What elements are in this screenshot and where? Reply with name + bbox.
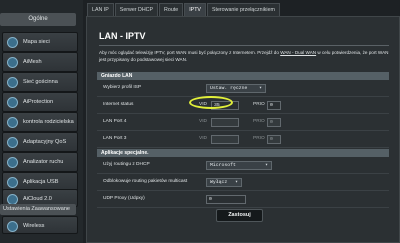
multicast-routing-select[interactable]: Wyłącz ▾: [206, 178, 242, 187]
internet-prio-input[interactable]: 0: [267, 101, 281, 110]
tab-iptv[interactable]: IPTV: [184, 3, 206, 16]
lan-port4-prio-label: PRIO: [253, 119, 265, 124]
internet-prio-label: PRIO: [253, 102, 265, 107]
lan-port3-row: LAN Port 3 VID PRIO 0: [97, 131, 389, 148]
dhcp-routing-row: Użyj routingu z DHCP Microsoft ▾: [97, 157, 389, 174]
lan-port4-row: LAN Port 4 VID PRIO 0: [97, 114, 389, 131]
main-panel: LAN - IPTV Aby móc oglądać telewizję IPT…: [86, 16, 400, 243]
isp-profile-value: Ustaw. ręczne: [210, 86, 248, 91]
internet-status-row: Internet status VID 35 PRIO 0: [97, 97, 389, 114]
sidebar-header-general: Ogólne: [0, 13, 76, 26]
section-lan-port: Gniazdo LAN: [97, 72, 389, 80]
parental-control-icon: [7, 117, 18, 128]
sidebar-item-guest-network[interactable]: Sieć gościnna: [2, 72, 78, 92]
sidebar-item-label: Wireless: [23, 223, 45, 229]
sidebar-item-wireless[interactable]: Wireless: [2, 216, 78, 234]
usb-icon: [7, 177, 18, 188]
internet-status-label: Internet status: [103, 102, 134, 107]
sidebar-item-label: AiProtection: [23, 99, 54, 105]
highlight-ellipse: [189, 96, 233, 109]
isp-profile-label: Wybierz profil ISP: [103, 85, 142, 90]
traffic-analyzer-icon: [7, 157, 18, 168]
multicast-routing-label: Odblokowuje routing pakietów multicast: [103, 179, 188, 184]
wireless-icon: [7, 221, 18, 232]
lan-port3-prio-label: PRIO: [253, 136, 265, 141]
guest-network-icon: [7, 77, 18, 88]
sidebar-item-parental-control[interactable]: kontrola rodzicielska: [2, 112, 78, 132]
multicast-routing-row: Odblokowuje routing pakietów multicast W…: [97, 174, 389, 191]
chevron-down-icon: ▾: [264, 162, 268, 168]
lan-port4-vid-input[interactable]: [211, 118, 239, 127]
tab-route[interactable]: Route: [159, 3, 184, 16]
network-map-icon: [7, 37, 18, 48]
isp-profile-row: Wybierz profil ISP Ustaw. ręczne ▾: [97, 80, 389, 97]
section-special-applications: Aplikacje specjalne.: [97, 149, 389, 157]
tab-bar: LAN IP Serwer DHCP Route IPTV Sterowanie…: [87, 3, 281, 16]
sidebar-item-label: kontrola rodzicielska: [23, 119, 74, 125]
dhcp-routing-value: Microsoft: [210, 163, 236, 168]
shield-icon: [7, 97, 18, 108]
sidebar-item-aimesh[interactable]: AiMesh: [2, 52, 78, 72]
lan-port3-vid-input[interactable]: [211, 135, 239, 144]
udp-proxy-label: UDP Proxy (Udpxy): [103, 196, 145, 201]
description-text: Aby móc oglądać telewizję IPTV, port WAN…: [99, 50, 279, 55]
tab-lan-ip[interactable]: LAN IP: [87, 3, 114, 16]
tab-switch-control[interactable]: Sterowanie przełącznikiem: [206, 3, 280, 16]
lan-port4-prio-input[interactable]: 0: [267, 118, 281, 127]
sidebar-header-advanced: Ustawienia Zaawansowane: [0, 204, 76, 215]
chevron-down-icon: ▾: [234, 179, 238, 185]
sidebar-item-label: Aplikacja USB: [23, 179, 59, 185]
sidebar: Ogólne Mapa sieci AiMesh Sieć gościnna A…: [0, 0, 83, 243]
sidebar-item-label: Analizator ruchu: [23, 159, 64, 165]
sidebar-item-label: Mapa sieci: [23, 39, 50, 45]
qos-icon: [7, 137, 18, 148]
lan-port4-vid-label: VID: [199, 119, 207, 124]
title-divider: [99, 45, 389, 46]
sidebar-item-label: Adaptacyjny QoS: [23, 139, 67, 145]
sidebar-item-network-map[interactable]: Mapa sieci: [2, 32, 78, 52]
udp-proxy-input[interactable]: 0: [206, 195, 246, 204]
sidebar-item-aiprotection[interactable]: AiProtection: [2, 92, 78, 112]
isp-profile-select[interactable]: Ustaw. ręczne ▾: [206, 84, 266, 93]
sidebar-item-label: AiCloud 2.0: [23, 196, 52, 202]
multicast-routing-value: Wyłącz: [210, 180, 228, 185]
udp-proxy-row: UDP Proxy (Udpxy) 0: [97, 191, 389, 208]
lan-port4-label: LAN Port 4: [103, 119, 127, 124]
dhcp-routing-label: Użyj routingu z DHCP: [103, 162, 150, 167]
tab-dhcp-server[interactable]: Serwer DHCP: [114, 3, 159, 16]
sidebar-item-traffic-analyzer[interactable]: Analizator ruchu: [2, 152, 78, 172]
page-title: LAN - IPTV: [99, 31, 146, 41]
sidebar-item-label: Sieć gościnna: [23, 79, 58, 85]
wan-dual-wan-link[interactable]: WAN - Dual WAN: [280, 50, 316, 55]
chevron-down-icon: ▾: [258, 85, 262, 91]
apply-button[interactable]: Zastosuj: [216, 209, 263, 222]
lan-port3-label: LAN Port 3: [103, 136, 127, 141]
aimesh-icon: [7, 57, 18, 68]
page-description: Aby móc oglądać telewizję IPTV, port WAN…: [99, 49, 391, 63]
lan-port3-vid-label: VID: [199, 136, 207, 141]
sidebar-item-adaptive-qos[interactable]: Adaptacyjny QoS: [2, 132, 78, 152]
dhcp-routing-select[interactable]: Microsoft ▾: [206, 161, 272, 170]
lan-port3-prio-input[interactable]: 0: [267, 135, 281, 144]
sidebar-item-label: AiMesh: [23, 59, 42, 65]
